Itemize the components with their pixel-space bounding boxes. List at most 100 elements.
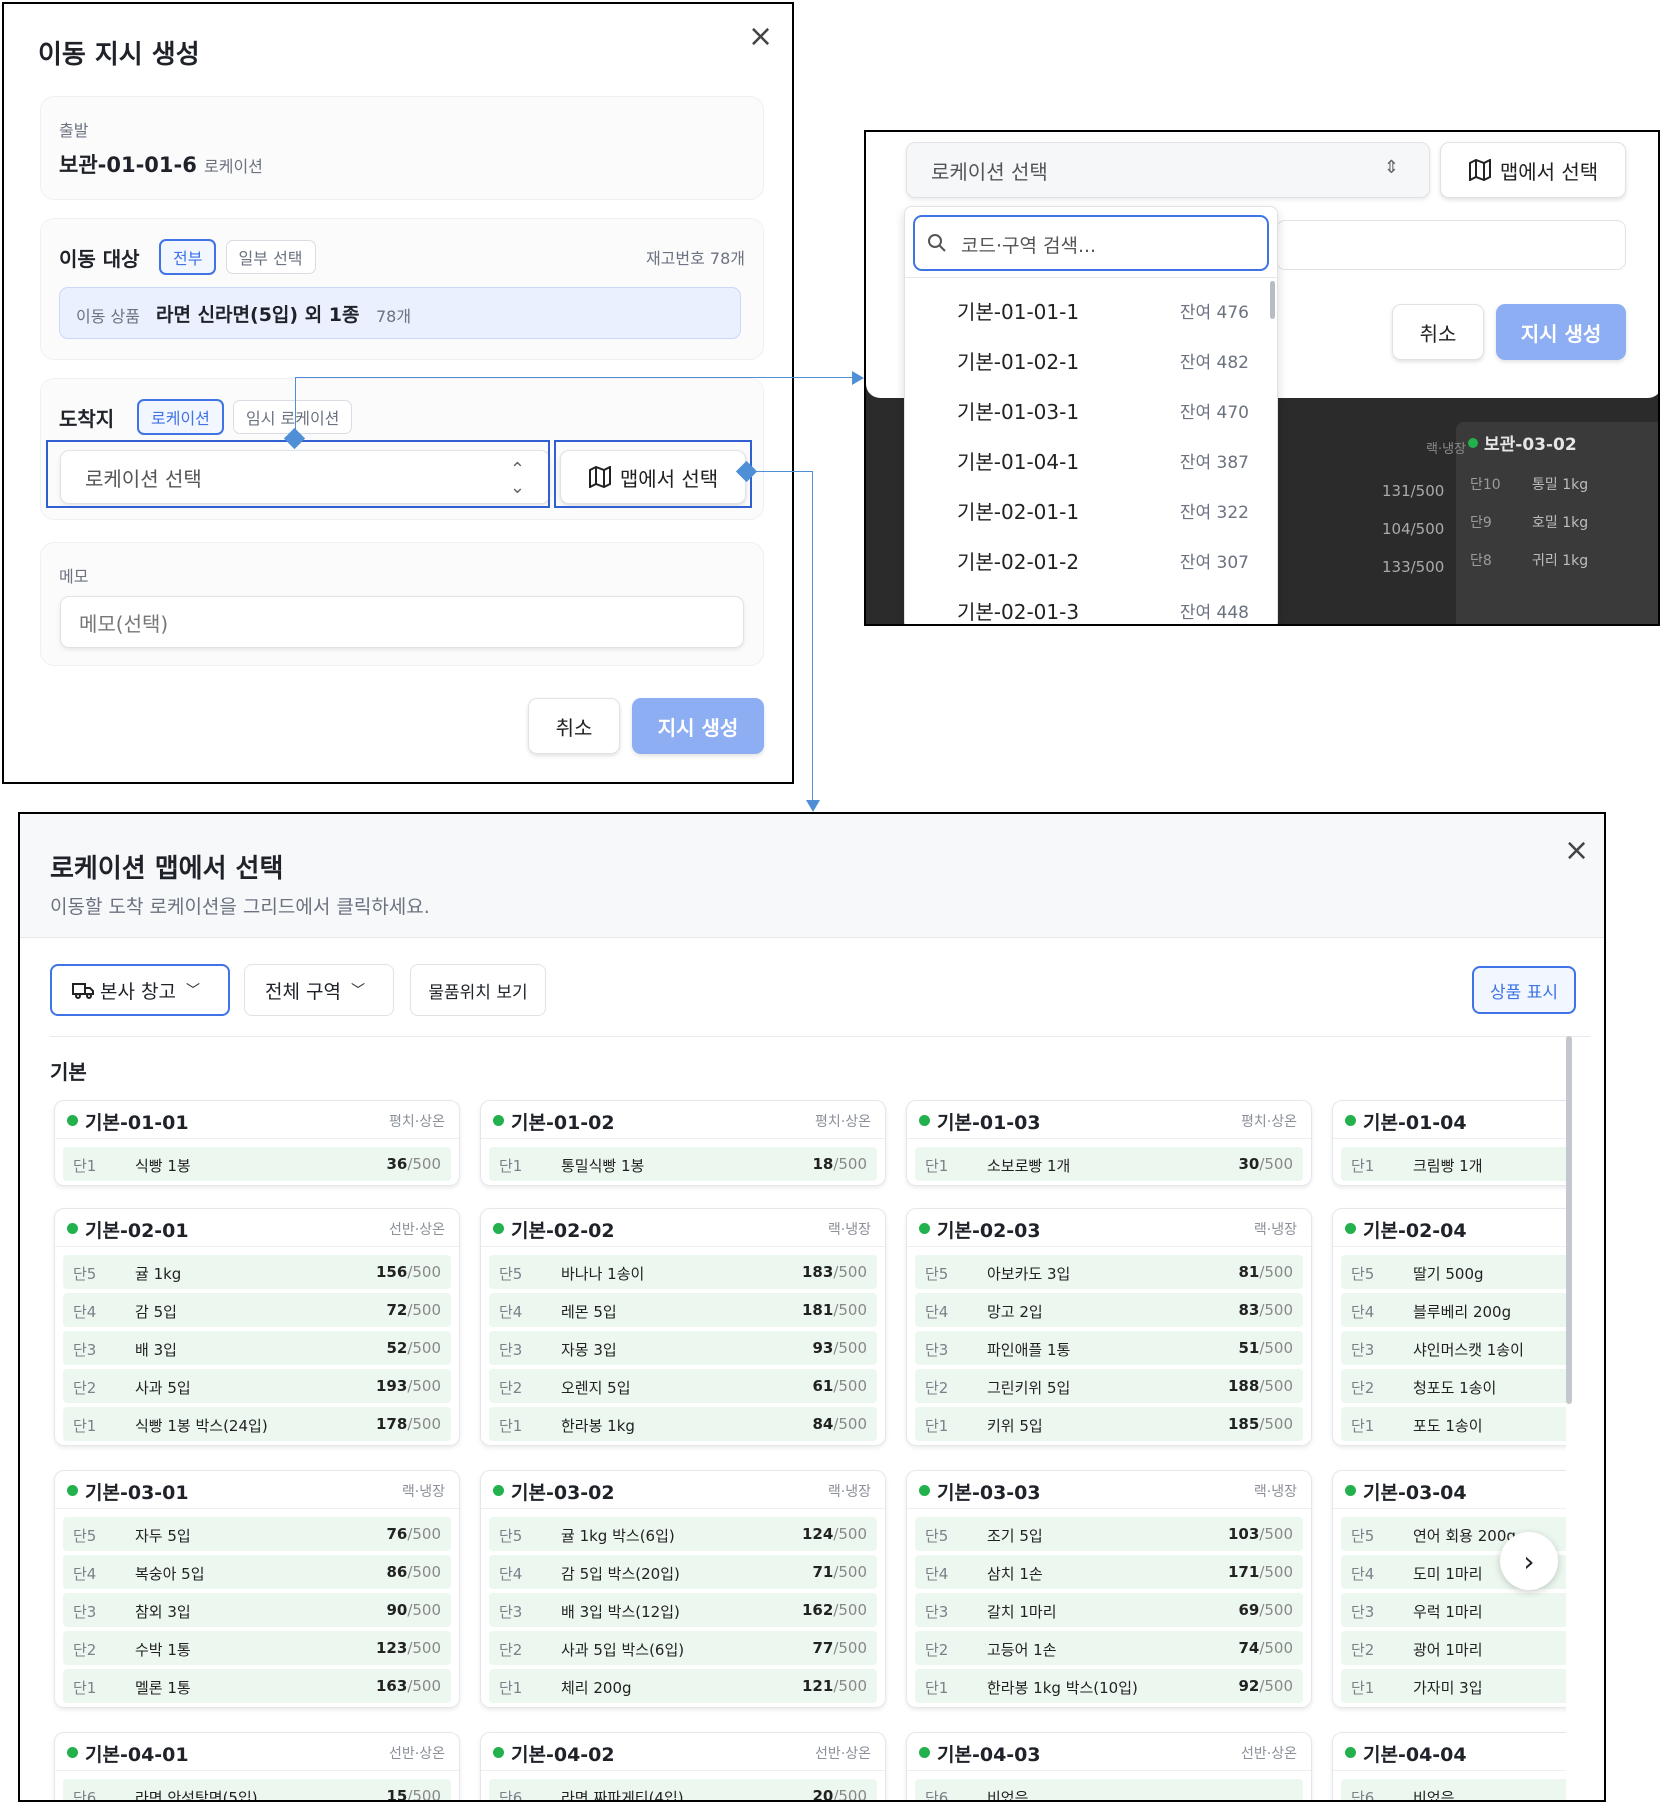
shelf-row[interactable]: 단4 블루베리 200g xyxy=(1341,1293,1566,1327)
rack-card[interactable]: 기본-02-02 랙·냉장단5 바나나 1송이 183/500 단4 레몬 5입 181/5… xyxy=(480,1208,886,1446)
scrollbar-thumb[interactable] xyxy=(1566,1036,1572,1404)
dropdown-option[interactable]: 기본-02-01-3 잔여 448 xyxy=(905,585,1277,624)
rack-card[interactable]: 기본-01-02 평치·상온 단1 통밀식빵 1봉 18/500 xyxy=(480,1100,886,1186)
rack-card[interactable]: 기본-01-01 평치·상온 단1 식빵 1봉 36/500 xyxy=(54,1100,460,1186)
connector-line xyxy=(295,377,857,378)
rack-card[interactable]: 기본-02-04 단5 딸기 500g 단4 블루베리 200g 단3 샤인머스캣 1송이 단… xyxy=(1332,1208,1566,1446)
rack-card[interactable]: 기본-01-04 단1 크림빵 1개 xyxy=(1332,1100,1566,1186)
shelf-row[interactable]: 단5 귤 1kg 156/500 xyxy=(63,1255,451,1289)
shelf-row[interactable]: 단1 식빵 1봉 박스(24입) 178/500 xyxy=(63,1407,451,1441)
rack-header: 기본-02-02 랙·냉장 xyxy=(481,1209,885,1247)
option-code: 기본-02-01-1 xyxy=(957,499,1080,524)
rack-card[interactable]: 기본-02-01 선반·상온 단5 귤 1kg 156/500 단4 감 5입 72/500 단… xyxy=(54,1208,460,1446)
dropdown-option[interactable]: 기본-01-03-1 잔여 470 xyxy=(905,385,1277,435)
shelf-row[interactable]: 단5 조기 5입 103/500 xyxy=(915,1517,1303,1551)
rack-card[interactable]: 기본-04-04 단6 비었음 xyxy=(1332,1732,1566,1802)
dropdown-option[interactable]: 기본-01-02-1 잔여 482 xyxy=(905,335,1277,385)
shelf-row[interactable]: 단1 한라봉 1kg 박스(10입) 92/500 xyxy=(915,1669,1303,1703)
shelf-level: 단3 xyxy=(499,1603,523,1621)
shelf-row[interactable]: 단6 라면 안성탕면(5입) 15/500 xyxy=(63,1779,451,1800)
shelf-row[interactable]: 단5 아보카도 3입 81/500 xyxy=(915,1255,1303,1289)
shelf-row[interactable]: 단1 멜론 1통 163/500 xyxy=(63,1669,451,1703)
shelf-row[interactable]: 단4 레몬 5입 181/500 xyxy=(489,1293,877,1327)
memo-input-fragment[interactable] xyxy=(1276,220,1626,270)
cancel-button[interactable]: 취소 xyxy=(528,698,620,754)
shelf-level: 단3 xyxy=(1351,1341,1375,1359)
dropdown-option[interactable]: 기본-01-04-1 잔여 387 xyxy=(905,435,1277,485)
shelf-row[interactable]: 단1 소보로빵 1개 30/500 xyxy=(915,1147,1303,1181)
shelf-row[interactable]: 단6 라면 짜파게티(4입) 20/500 xyxy=(489,1779,877,1800)
shelf-row[interactable]: 단1 체리 200g 121/500 xyxy=(489,1669,877,1703)
status-dot xyxy=(1345,1485,1356,1496)
cancel-button[interactable]: 취소 xyxy=(1392,304,1484,360)
shelf-row[interactable]: 단3 갈치 1마리 69/500 xyxy=(915,1593,1303,1627)
shelf-row[interactable]: 단3 파인애플 1통 51/500 xyxy=(915,1331,1303,1365)
shelf-row[interactable]: 단3 참외 3입 90/500 xyxy=(63,1593,451,1627)
shelf-row[interactable]: 단1 크림빵 1개 xyxy=(1341,1147,1566,1181)
shelf-row[interactable]: 단4 삼치 1손 171/500 xyxy=(915,1555,1303,1589)
shelf-row[interactable]: 단5 자두 5입 76/500 xyxy=(63,1517,451,1551)
rack-card[interactable]: 기본-04-02 선반·상온 단6 라면 짜파게티(4입) 20/500 xyxy=(480,1732,886,1800)
shelf-row[interactable]: 단2 청포도 1송이 xyxy=(1341,1369,1566,1403)
rack-card[interactable]: 기본-04-01 선반·상온 단6 라면 안성탕면(5입) 15/500 xyxy=(54,1732,460,1800)
shelf-row[interactable]: 단1 한라봉 1kg 84/500 xyxy=(489,1407,877,1441)
shelf-quantity: 163/500 xyxy=(376,1677,441,1695)
shelf-row[interactable]: 단1 통밀식빵 1봉 18/500 xyxy=(489,1147,877,1181)
dropdown-option[interactable]: 기본-01-01-1 잔여 476 xyxy=(905,285,1277,335)
search-placeholder: 코드·구역 검색... xyxy=(961,235,1097,257)
shelf-row[interactable]: 단1 키위 5입 185/500 xyxy=(915,1407,1303,1441)
shelf-row[interactable]: 단2 사과 5입 193/500 xyxy=(63,1369,451,1403)
rack-card[interactable]: 기본-01-03 평치·상온 단1 소보로빵 1개 30/500 xyxy=(906,1100,1312,1186)
rack-code: 기본-03-02 xyxy=(511,1482,615,1504)
location-select-open[interactable]: 로케이션 선택 ⇕ xyxy=(906,142,1430,198)
chevron-right-icon[interactable]: › xyxy=(1500,1532,1558,1590)
shelf-row[interactable]: 단4 망고 2입 83/500 xyxy=(915,1293,1303,1327)
tab-all[interactable]: 전부 xyxy=(159,239,217,275)
shelf-row[interactable]: 단6 비었음 xyxy=(1341,1779,1566,1802)
dropdown-option[interactable]: 기본-02-01-1 잔여 322 xyxy=(905,485,1277,535)
shelf-row[interactable]: 단3 배 3입 박스(12입) 162/500 xyxy=(489,1593,877,1627)
tab-partial[interactable]: 일부 선택 xyxy=(225,240,316,274)
shelf-row[interactable]: 단3 자몽 3입 93/500 xyxy=(489,1331,877,1365)
search-input[interactable]: 코드·구역 검색... xyxy=(913,215,1269,271)
map-select-button[interactable]: 맵에서 선택 xyxy=(1440,142,1626,198)
shelf-row[interactable]: 단2 수박 1통 123/500 xyxy=(63,1631,451,1665)
shelf-row[interactable]: 단4 감 5입 72/500 xyxy=(63,1293,451,1327)
shelf-level: 단5 xyxy=(1351,1265,1375,1283)
shelf-product: 체리 200g xyxy=(561,1679,632,1697)
shelf-row[interactable]: 단3 우럭 1마리 xyxy=(1341,1593,1566,1627)
shelf-row[interactable]: 단2 고등어 1손 74/500 xyxy=(915,1631,1303,1665)
tab-location[interactable]: 로케이션 xyxy=(137,399,224,435)
shelf-row[interactable]: 단5 딸기 500g xyxy=(1341,1255,1566,1289)
rack-card[interactable]: 기본-04-03 선반·상온 단6 비었음 xyxy=(906,1732,1312,1800)
shelf-row[interactable]: 단1 식빵 1봉 36/500 xyxy=(63,1147,451,1181)
shelf-row[interactable]: 단5 귤 1kg 박스(6입) 124/500 xyxy=(489,1517,877,1551)
submit-button[interactable]: 지시 생성 xyxy=(632,698,764,754)
close-icon[interactable]: × xyxy=(1564,836,1589,866)
shelf-row[interactable]: 단3 샤인머스캣 1송이 xyxy=(1341,1331,1566,1365)
status-dot xyxy=(67,1485,78,1496)
rack-code: 기본-04-03 xyxy=(937,1744,1041,1766)
shelf-product: 비었음 xyxy=(1413,1789,1455,1802)
shelf-row[interactable]: 단6 비었음 xyxy=(915,1779,1303,1800)
shelf-row[interactable]: 단4 감 5입 박스(20입) 71/500 xyxy=(489,1555,877,1589)
shelf-row[interactable]: 단2 그린키위 5입 188/500 xyxy=(915,1369,1303,1403)
shelf-quantity: 183/500 xyxy=(802,1263,867,1281)
shelf-row[interactable]: 단1 가자미 3입 xyxy=(1341,1669,1566,1703)
close-icon[interactable]: × xyxy=(748,22,773,52)
shelf-row[interactable]: 단3 배 3입 52/500 xyxy=(63,1331,451,1365)
rack-card[interactable]: 기본-02-03 랙·냉장 단5 아보카도 3입 81/500 단4 망고 2입 83/500… xyxy=(906,1208,1312,1446)
memo-input[interactable]: 메모(선택) xyxy=(60,596,744,648)
shelf-row[interactable]: 단2 오렌지 5입 61/500 xyxy=(489,1369,877,1403)
rack-card[interactable]: 기본-03-03 랙·냉장 단5 조기 5입 103/500 단4 삼치 1손 171/500… xyxy=(906,1470,1312,1708)
rack-card[interactable]: 기본-03-01 랙·냉장 단5 자두 5입 76/500 단4 복숭아 5입 86/500 단… xyxy=(54,1470,460,1708)
shelf-row[interactable]: 단5 바나나 1송이 183/500 xyxy=(489,1255,877,1289)
shelf-row[interactable]: 단1 포도 1송이 xyxy=(1341,1407,1566,1441)
dropdown-option[interactable]: 기본-02-01-2 잔여 307 xyxy=(905,535,1277,585)
shelf-row[interactable]: 단4 복숭아 5입 86/500 xyxy=(63,1555,451,1589)
submit-button[interactable]: 지시 생성 xyxy=(1496,304,1626,360)
shelf-row[interactable]: 단2 사과 5입 박스(6입) 77/500 xyxy=(489,1631,877,1665)
rack-card[interactable]: 기본-03-02 랙·냉장 단5 귤 1kg 박스(6입) 124/500 단4 감 5입 … xyxy=(480,1470,886,1708)
shelf-row[interactable]: 단2 광어 1마리 xyxy=(1341,1631,1566,1665)
move-order-modal: 이동 지시 생성 × 출발 보관-01-01-6 로케이션 이동 대상 전부 일… xyxy=(2,2,794,784)
